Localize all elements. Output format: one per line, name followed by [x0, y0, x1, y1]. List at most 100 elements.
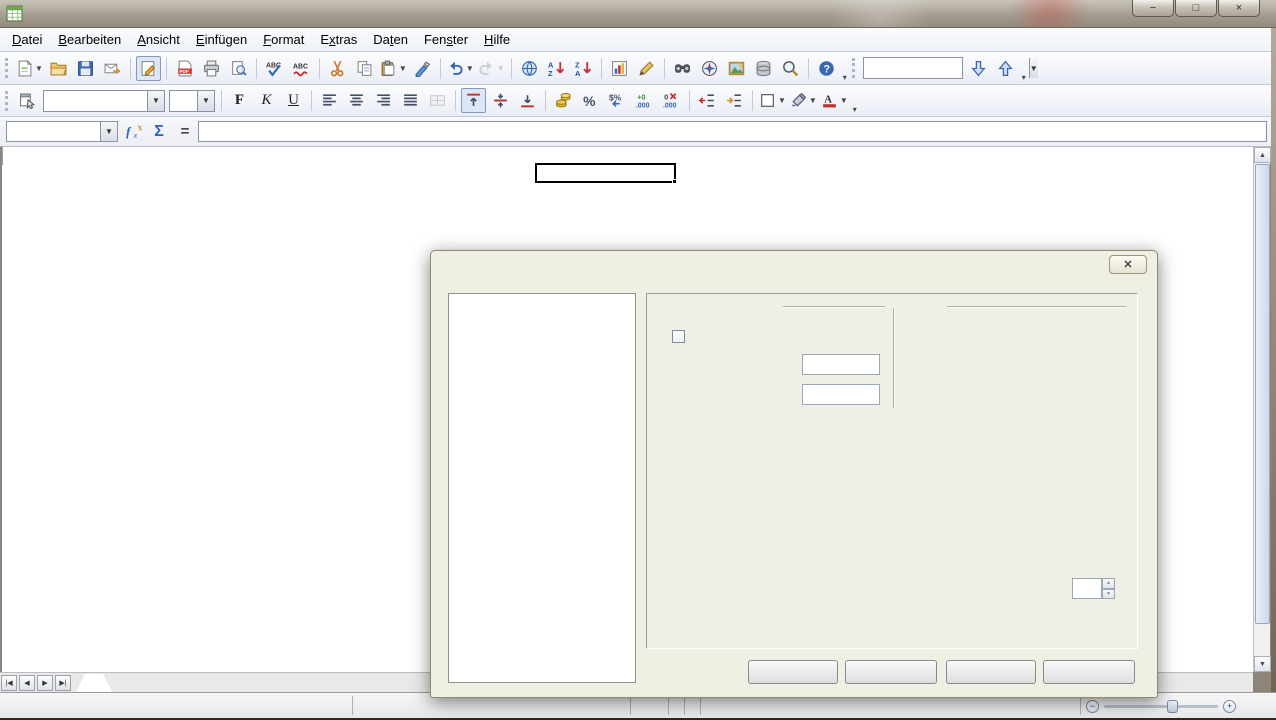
scrollbar-thumb[interactable] — [1255, 164, 1270, 624]
align-justify-button[interactable] — [398, 88, 423, 113]
spin-up-icon[interactable]: ▲ — [1102, 578, 1115, 589]
paste-dropdown-icon[interactable]: ▼ — [399, 64, 407, 73]
menu-hilfe[interactable]: Hilfe — [476, 29, 518, 50]
copy-button[interactable] — [352, 56, 377, 81]
italic-button[interactable]: K — [254, 88, 279, 113]
toolbar-grip[interactable] — [5, 91, 10, 111]
styles-window-button[interactable] — [15, 88, 40, 113]
back-button[interactable] — [1043, 660, 1135, 684]
borders-button[interactable]: ▼ — [758, 88, 787, 113]
min-change-input[interactable] — [802, 384, 880, 405]
borders-dropdown-icon[interactable]: ▼ — [778, 96, 786, 105]
align-left-button[interactable] — [317, 88, 342, 113]
minimize-button[interactable]: − — [1132, 0, 1174, 17]
undo-dropdown-icon[interactable]: ▼ — [466, 64, 474, 73]
chart-button[interactable] — [607, 56, 632, 81]
underline-button[interactable]: U — [281, 88, 306, 113]
help-button[interactable]: ? — [814, 56, 839, 81]
cancel-button[interactable] — [845, 660, 937, 684]
open-button[interactable] — [46, 56, 71, 81]
format-paintbrush-button[interactable] — [410, 56, 435, 81]
menu-bearbeiten[interactable]: Bearbeiten — [50, 29, 129, 50]
ok-button[interactable] — [748, 660, 838, 684]
last-sheet-button[interactable]: ▶| — [55, 675, 71, 691]
vertical-scrollbar[interactable]: ▲ ▼ — [1253, 147, 1270, 672]
align-center-button[interactable] — [344, 88, 369, 113]
menu-extras[interactable]: Extras — [312, 29, 365, 50]
save-button[interactable] — [73, 56, 98, 81]
sort-ascending-button[interactable]: AZ — [544, 56, 569, 81]
find-text-dropdown-icon[interactable]: ▼ — [1029, 58, 1038, 78]
toolbar-overflow-icon[interactable]: ▾ — [843, 73, 847, 82]
zoom-track[interactable] — [1104, 705, 1218, 708]
undo-button[interactable]: ▼ — [446, 56, 475, 81]
steps-input[interactable] — [802, 354, 880, 375]
cut-button[interactable] — [325, 56, 350, 81]
decrease-indent-button[interactable] — [695, 88, 720, 113]
menu-daten[interactable]: Daten — [365, 29, 416, 50]
export-pdf-button[interactable]: PDF — [172, 56, 197, 81]
find-text-combo[interactable]: ▼ — [863, 57, 963, 79]
edit-file-button[interactable] — [136, 56, 161, 81]
align-right-button[interactable] — [371, 88, 396, 113]
corner-header[interactable] — [2, 147, 3, 165]
delete-decimal-button[interactable]: 0.000 — [659, 88, 684, 113]
find-up-button[interactable] — [993, 56, 1018, 81]
number-percent-button[interactable]: % — [578, 88, 603, 113]
number-standard-button[interactable]: $% — [605, 88, 630, 113]
function-wizard-button[interactable]: fx — [120, 121, 146, 143]
scroll-down-icon[interactable]: ▼ — [1254, 656, 1271, 672]
navigator-button[interactable] — [697, 56, 722, 81]
datasources-button[interactable] — [751, 56, 776, 81]
add-decimal-button[interactable]: +0.000 — [632, 88, 657, 113]
name-box[interactable]: ▼ — [6, 121, 118, 142]
scroll-up-icon[interactable]: ▲ — [1254, 147, 1271, 163]
menu-fenster[interactable]: Fenster — [416, 29, 476, 50]
previous-sheet-button[interactable]: ◀ — [19, 675, 35, 691]
number-currency-button[interactable] — [551, 88, 576, 113]
zoom-button[interactable] — [778, 56, 803, 81]
first-sheet-button[interactable]: |◀ — [1, 675, 17, 691]
toolbar-grip[interactable] — [852, 58, 857, 78]
menu-datei[interactable]: Datei — [4, 29, 50, 50]
decimal-places-input[interactable] — [1072, 578, 1102, 599]
menu-ansicht[interactable]: Ansicht — [129, 29, 188, 50]
toolbar-grip[interactable] — [5, 58, 10, 78]
find-down-button[interactable] — [966, 56, 991, 81]
spin-down-icon[interactable]: ▼ — [1102, 589, 1115, 600]
font-name-combo[interactable]: ▼ — [43, 90, 165, 112]
zoom-slider[interactable]: − + — [1086, 700, 1236, 713]
background-color-dropdown-icon[interactable]: ▼ — [809, 96, 817, 105]
page-preview-button[interactable] — [226, 56, 251, 81]
formula-input[interactable] — [198, 121, 1267, 142]
close-document-icon[interactable] — [1251, 31, 1261, 35]
new-document-button[interactable]: ▼ — [15, 56, 44, 81]
find-replace-button[interactable] — [670, 56, 695, 81]
maximize-button[interactable]: □ — [1175, 0, 1217, 17]
menu-einfgen[interactable]: Einfügen — [188, 29, 255, 50]
toolbar-overflow-icon[interactable]: ▾ — [853, 105, 857, 114]
close-button[interactable]: × — [1218, 0, 1260, 17]
sum-button[interactable]: Σ — [146, 121, 172, 143]
decimal-places-spinner[interactable]: ▲ ▼ — [1102, 578, 1115, 599]
hyperlink-button[interactable] — [517, 56, 542, 81]
bold-button[interactable]: F — [227, 88, 252, 113]
sheet-tab-sheet1[interactable] — [76, 674, 112, 692]
next-sheet-button[interactable]: ▶ — [37, 675, 53, 691]
font-color-dropdown-icon[interactable]: ▼ — [840, 96, 848, 105]
increase-indent-button[interactable] — [722, 88, 747, 113]
new-document-dropdown-icon[interactable]: ▼ — [35, 64, 43, 73]
zoom-thumb[interactable] — [1167, 700, 1178, 713]
zoom-out-icon[interactable]: − — [1086, 700, 1099, 713]
gallery-button[interactable] — [724, 56, 749, 81]
font-size-dropdown-icon[interactable]: ▼ — [197, 91, 214, 111]
paste-button[interactable]: ▼ — [379, 56, 408, 81]
font-name-dropdown-icon[interactable]: ▼ — [147, 91, 164, 111]
align-top-button[interactable] — [461, 88, 486, 113]
function-button[interactable]: = — [172, 121, 198, 143]
menu-format[interactable]: Format — [255, 29, 312, 50]
font-size-combo[interactable]: ▼ — [169, 90, 215, 112]
font-color-button[interactable]: A▼ — [820, 88, 849, 113]
dialog-close-button[interactable]: ✕ — [1109, 255, 1147, 274]
background-color-button[interactable]: ▼ — [789, 88, 818, 113]
